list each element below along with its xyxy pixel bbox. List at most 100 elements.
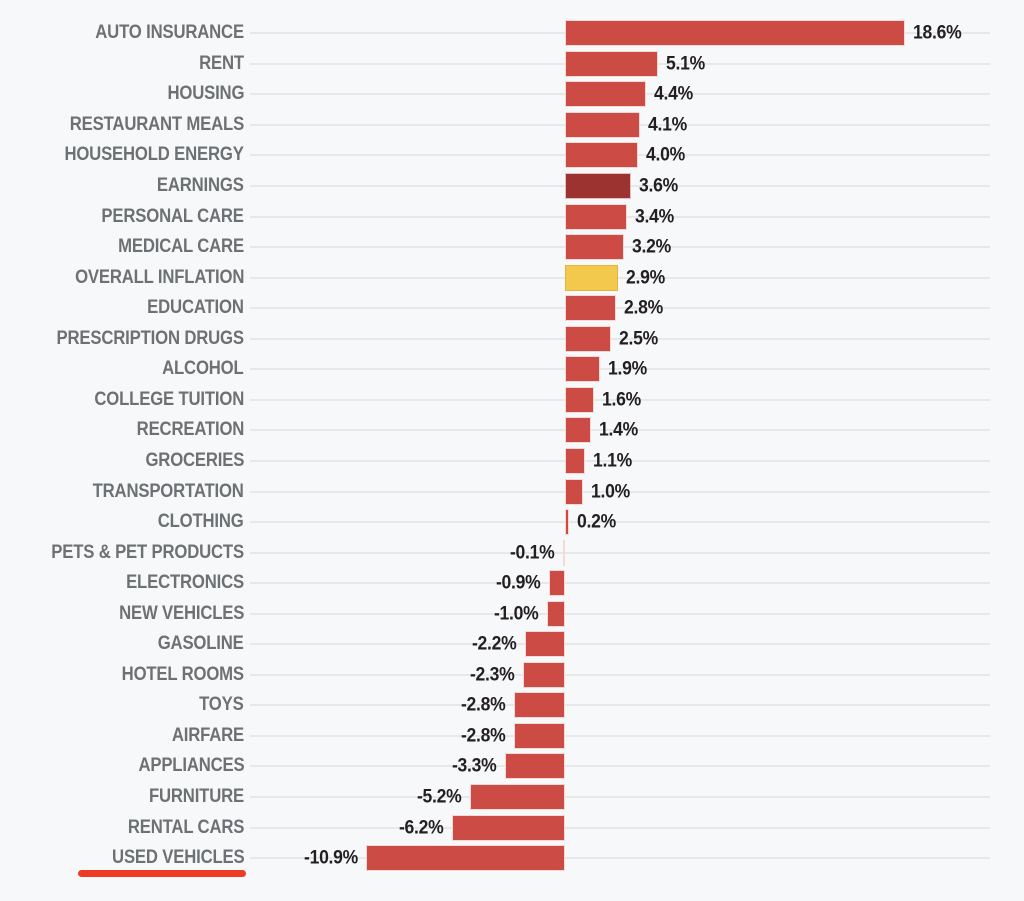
category-label: PRESCRIPTION DRUGS: [56, 327, 244, 349]
category-label: RESTAURANT MEALS: [69, 113, 244, 135]
bar: [548, 570, 565, 597]
value-label: -1.0%: [494, 602, 539, 625]
chart-row: RESTAURANT MEALS 4.1%: [0, 110, 1024, 141]
gridline: [250, 857, 990, 860]
category-label: OVERALL INFLATION: [74, 266, 244, 288]
bar: [565, 295, 617, 322]
category-label: GASOLINE: [158, 633, 244, 655]
bar: [565, 173, 631, 199]
gridline: [250, 551, 990, 554]
chart-row: USED VEHICLES -10.9%: [0, 843, 1024, 874]
category-label: EDUCATION: [147, 297, 244, 319]
value-label: 5.1%: [666, 52, 706, 75]
bar-chart: AUTO INSURANCE 18.6% RENT 5.1% HOUSING 4.4% RE…: [0, 0, 1024, 901]
value-label: -0.1%: [509, 541, 555, 564]
gridline: [250, 582, 990, 585]
bar: [546, 600, 565, 627]
bar: [565, 325, 611, 352]
bar: [565, 203, 628, 230]
value-label: -6.2%: [399, 816, 444, 839]
gridline: [250, 796, 990, 798]
chart-row: TRANSPORTATION 1.0%: [0, 476, 1024, 507]
category-label: COLLEGE TUITION: [94, 388, 244, 410]
category-label: MEDICAL CARE: [118, 236, 244, 258]
value-label: -0.9%: [496, 571, 541, 594]
chart-row: PETS & PET PRODUCTS -0.1%: [0, 537, 1024, 568]
value-label: 1.1%: [593, 449, 633, 472]
value-label: -2.8%: [461, 693, 506, 716]
value-label: -2.2%: [472, 632, 517, 655]
gridline: [250, 765, 990, 768]
bar: [565, 386, 595, 413]
value-label: 3.4%: [635, 205, 675, 228]
bar: [562, 539, 565, 566]
category-label: PETS & PET PRODUCTS: [51, 541, 244, 563]
category-label: ALCOHOL: [162, 358, 245, 380]
category-label: RENT: [199, 52, 244, 74]
category-label: AUTO INSURANCE: [95, 22, 244, 44]
value-label: 4.4%: [653, 82, 693, 105]
value-label: 1.0%: [591, 480, 631, 502]
category-label: TRANSPORTATION: [92, 480, 244, 502]
category-label: HOTEL ROOMS: [121, 663, 244, 685]
gridline: [250, 307, 990, 310]
value-label: 1.9%: [607, 357, 647, 380]
value-label: 4.0%: [646, 143, 686, 166]
chart-row: ALCOHOL 1.9%: [0, 354, 1024, 385]
bar: [565, 509, 569, 536]
category-label: ELECTRONICS: [126, 572, 244, 594]
bar: [565, 20, 906, 47]
bar: [565, 478, 584, 505]
value-label: 4.1%: [648, 113, 687, 136]
category-label: GROCERIES: [145, 449, 244, 471]
chart-row: NEW VEHICLES -1.0%: [0, 598, 1024, 629]
bar: [565, 356, 600, 383]
chart-row: FURNITURE -5.2%: [0, 782, 1024, 813]
gridline: [250, 673, 990, 676]
chart-row: EDUCATION 2.8%: [0, 293, 1024, 324]
bar: [565, 417, 591, 444]
category-label: AIRFARE: [171, 724, 244, 746]
chart-row: GROCERIES 1.1%: [0, 446, 1024, 477]
bar: [504, 753, 565, 780]
gridline: [250, 734, 990, 737]
chart-row: ELECTRONICS -0.9%: [0, 568, 1024, 599]
bar: [522, 661, 565, 688]
value-label: 18.6%: [913, 21, 962, 44]
chart-row: OVERALL INFLATION 2.9%: [0, 262, 1024, 293]
value-label: 2.8%: [624, 296, 664, 319]
gridline: [250, 521, 990, 524]
bar: [524, 631, 565, 658]
bar: [565, 81, 646, 108]
value-label: -2.3%: [470, 663, 515, 686]
chart-row: TOYS -2.8%: [0, 690, 1024, 721]
chart-row: AUTO INSURANCE 18.6%: [0, 18, 1024, 49]
bar: [565, 264, 619, 291]
category-label: HOUSEHOLD ENERGY: [64, 144, 244, 166]
gridline: [250, 826, 990, 829]
category-label: RENTAL CARS: [127, 816, 245, 838]
value-label: -3.3%: [452, 754, 497, 777]
value-label: 2.5%: [618, 327, 658, 350]
chart-row: EARNINGS 3.6%: [0, 171, 1024, 202]
chart-row: AIRFARE -2.8%: [0, 721, 1024, 752]
bar: [565, 447, 586, 474]
value-label: -5.2%: [417, 785, 462, 808]
chart-row: GASOLINE -2.2%: [0, 629, 1024, 660]
value-label: 2.9%: [626, 266, 665, 289]
gridline: [250, 643, 990, 646]
chart-row: PERSONAL CARE 3.4%: [0, 201, 1024, 232]
value-label: -2.8%: [461, 724, 506, 747]
category-label: HOUSING: [167, 83, 244, 105]
chart-row: MEDICAL CARE 3.2%: [0, 232, 1024, 263]
bar: [565, 142, 639, 169]
category-label: CLOTHING: [158, 511, 244, 533]
value-label: 1.6%: [602, 388, 642, 411]
category-label: RECREATION: [136, 419, 244, 441]
chart-row: HOTEL ROOMS -2.3%: [0, 660, 1024, 691]
chart-row: PRESCRIPTION DRUGS 2.5%: [0, 324, 1024, 355]
chart-row: CLOTHING 0.2%: [0, 507, 1024, 538]
category-label: USED VEHICLES: [111, 847, 245, 869]
bar: [469, 784, 565, 810]
bar: [451, 814, 565, 841]
